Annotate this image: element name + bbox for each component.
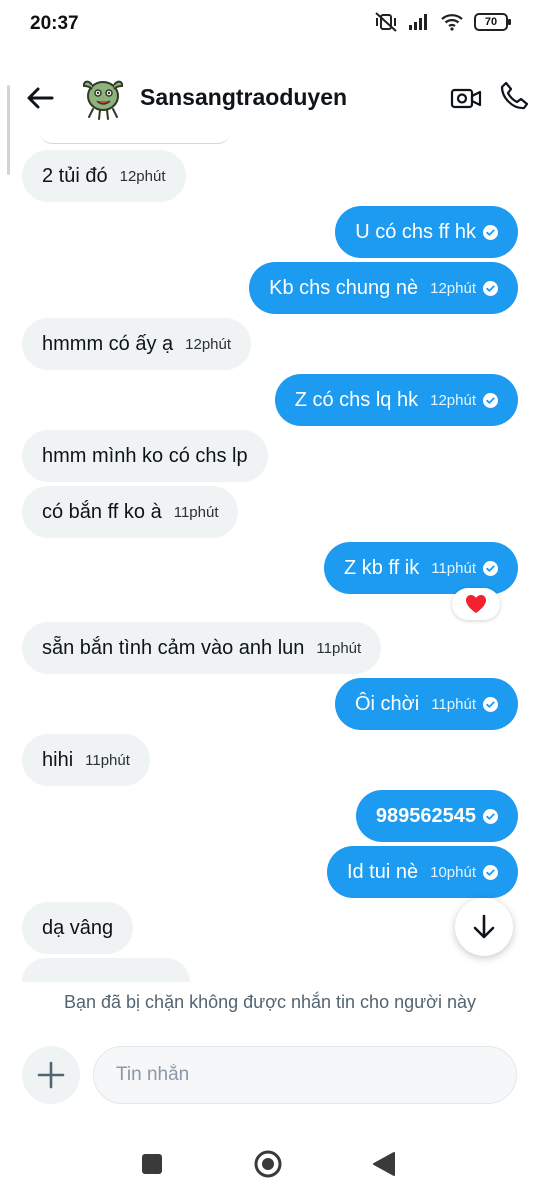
outgoing-message[interactable]: 989562545 [355, 790, 518, 842]
vibrate-mute-icon [374, 12, 398, 32]
video-call-button[interactable] [450, 82, 482, 114]
message-input[interactable] [93, 1046, 517, 1104]
system-nav-bar [0, 1134, 540, 1194]
message-time: 11phút [173, 503, 219, 521]
video-camera-icon [450, 88, 482, 109]
scroll-indicator[interactable] [7, 85, 10, 175]
message-time: 11phút [431, 695, 476, 713]
read-check-icon [483, 808, 498, 824]
message-text: Kb chs chung nè [269, 276, 419, 299]
message-time: 12phút [119, 167, 166, 185]
back-button[interactable] [24, 82, 56, 114]
message-text: Ôi chời [354, 692, 420, 715]
message-text: hihi [42, 748, 74, 771]
read-check-icon [483, 864, 498, 880]
status-icons: 70 [374, 12, 511, 32]
outgoing-message[interactable]: Ôi chời 11phút [334, 678, 518, 730]
message-text: U có chs ff hk [355, 220, 476, 243]
status-time: 20:37 [30, 13, 79, 34]
incoming-message[interactable]: hmm mình ko có chs lp [22, 430, 268, 482]
wifi-icon [440, 13, 464, 31]
message-text: sẵn bắn tình cảm vào anh lun [42, 636, 305, 659]
outgoing-message[interactable]: U có chs ff hk [335, 206, 518, 258]
outgoing-message[interactable]: Z có chs lq hk 12phút [274, 374, 518, 426]
incoming-message[interactable]: hmmm có ấy ạ 12phút [22, 318, 252, 370]
read-check-icon [483, 696, 498, 712]
arrow-left-icon [27, 87, 54, 109]
back-nav-icon[interactable] [372, 1151, 396, 1177]
message-text: 2 tủi đó [42, 164, 108, 187]
message-text: Z có chs lq hk [294, 388, 419, 411]
read-check-icon [483, 392, 498, 408]
read-check-icon [483, 224, 498, 240]
previous-message-fragment [40, 132, 230, 144]
incoming-message[interactable]: có bắn ff ko à 11phút [22, 486, 239, 538]
contact-name[interactable]: Sansangtraoduyen [140, 84, 347, 111]
scroll-to-bottom-button[interactable] [455, 898, 513, 956]
phone-icon [500, 81, 529, 110]
signal-icon [408, 13, 430, 31]
message-time: 10phút [430, 863, 476, 881]
message-time: 11phút [431, 559, 476, 577]
message-time: 11phút [85, 751, 130, 769]
add-attachment-button[interactable] [22, 1046, 80, 1104]
message-time: 12phút [430, 279, 476, 297]
chat-header: Sansangtraoduyen [0, 68, 540, 128]
message-text: Z kb ff ik [344, 556, 420, 579]
message-text: 989562545 [375, 804, 476, 827]
incoming-message[interactable]: hihi 11phút [22, 734, 150, 786]
blocked-notice: Bạn đã bị chặn không được nhắn tin cho n… [64, 992, 476, 1012]
message-text: Id tui nè [346, 860, 419, 883]
incoming-message[interactable]: sẵn bắn tình cảm vào anh lun 11phút [22, 622, 382, 674]
incoming-message[interactable]: 2 tủi đó 12phút [22, 150, 186, 202]
plus-icon [37, 1061, 65, 1089]
partially-hidden-message [22, 958, 190, 982]
arrow-down-icon [473, 914, 495, 939]
message-time: 11phút [316, 639, 362, 657]
incoming-message[interactable]: dạ vâng [22, 902, 134, 954]
voice-call-button[interactable] [498, 80, 530, 112]
message-text: hmm mình ko có chs lp [42, 444, 248, 467]
message-text: có bắn ff ko à [42, 500, 162, 523]
reaction-badge[interactable] [452, 588, 500, 620]
status-bar: 20:37 70 [0, 0, 540, 50]
outgoing-message[interactable]: Id tui nè 10phút [326, 846, 518, 898]
message-text: hmmm có ấy ạ [42, 332, 174, 355]
recents-nav-icon[interactable] [142, 1154, 162, 1174]
message-text: dạ vâng [42, 916, 114, 939]
avatar[interactable] [78, 72, 130, 124]
home-nav-icon[interactable] [254, 1150, 282, 1178]
outgoing-message[interactable]: Z kb ff ik 11phút [324, 542, 518, 594]
heart-icon [466, 595, 486, 613]
message-time: 12phút [430, 391, 476, 409]
outgoing-message[interactable]: Kb chs chung nè 12phút [249, 262, 518, 314]
message-time: 12phút [185, 335, 232, 353]
read-check-icon [483, 280, 498, 296]
read-check-icon [483, 560, 498, 576]
battery-indicator: 70 [474, 13, 511, 31]
